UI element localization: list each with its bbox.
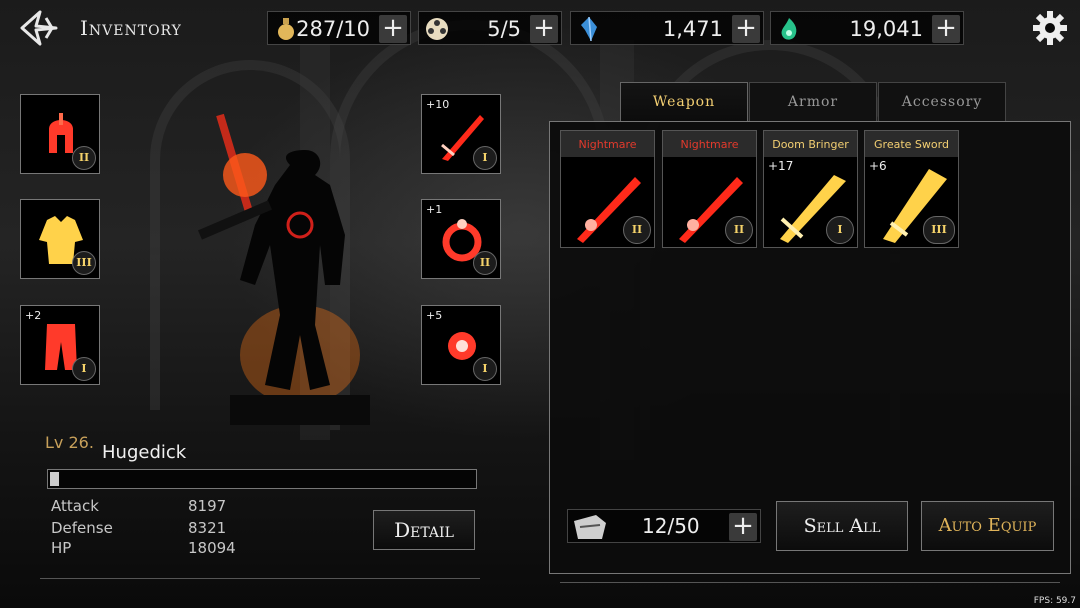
tier-badge: I bbox=[473, 357, 497, 381]
film-reel-icon bbox=[426, 18, 448, 40]
bag-count: 12/50 bbox=[642, 514, 700, 538]
item-name: Nightmare bbox=[663, 131, 756, 157]
soul-count: 19,041 bbox=[849, 17, 923, 41]
decorative-divider bbox=[560, 582, 1060, 593]
experience-bar bbox=[47, 469, 477, 489]
tab-armor[interactable]: Armor bbox=[749, 82, 877, 122]
item-card[interactable]: Greate Sword +6 III bbox=[864, 130, 959, 248]
detail-button[interactable]: Detail bbox=[373, 510, 475, 550]
experience-fill bbox=[50, 472, 59, 486]
crystal-resource: 1,471 + bbox=[570, 11, 764, 45]
gear-icon[interactable] bbox=[1032, 10, 1068, 46]
weapon-slot[interactable]: +10 I bbox=[421, 94, 501, 174]
soul-resource: 19,041 + bbox=[770, 11, 964, 45]
add-potion-button[interactable]: + bbox=[379, 15, 407, 43]
fps-counter: FPS: 59.7 bbox=[1033, 596, 1076, 606]
stat-label-hp: HP bbox=[51, 539, 72, 557]
item-name: Doom Bringer bbox=[764, 131, 857, 157]
character-name: Hugedick bbox=[102, 442, 187, 463]
sell-all-button[interactable]: Sell All bbox=[776, 501, 908, 551]
tier-badge: II bbox=[473, 251, 497, 275]
stat-value-hp: 18094 bbox=[188, 539, 236, 557]
hero-character-silhouette bbox=[198, 113, 370, 425]
crystal-count: 1,471 bbox=[662, 17, 723, 41]
tab-accessory[interactable]: Accessory bbox=[878, 82, 1006, 122]
bag-capacity: 12/50 + bbox=[567, 509, 761, 543]
item-name: Greate Sword bbox=[865, 131, 958, 157]
bag-icon bbox=[574, 515, 606, 539]
chest-slot[interactable]: III bbox=[20, 199, 100, 279]
item-card[interactable]: Nightmare II bbox=[560, 130, 655, 248]
ticket-resource: 5/5 + bbox=[418, 11, 562, 45]
character-level: Lv 26. bbox=[45, 433, 94, 452]
item-name: Nightmare bbox=[561, 131, 654, 157]
potion-count: 287/10 bbox=[296, 17, 370, 41]
stat-label-defense: Defense bbox=[51, 519, 113, 537]
add-soul-button[interactable]: + bbox=[932, 15, 960, 43]
potion-resource: 287/10 + bbox=[267, 11, 411, 45]
amulet-slot[interactable]: +5 I bbox=[421, 305, 501, 385]
item-card[interactable]: Doom Bringer +17 I bbox=[763, 130, 858, 248]
tier-badge: II bbox=[72, 146, 96, 170]
helmet-slot[interactable]: II bbox=[20, 94, 100, 174]
tier-badge: II bbox=[725, 216, 753, 244]
stat-value-attack: 8197 bbox=[188, 497, 227, 515]
page-title: Inventory bbox=[80, 16, 182, 40]
tab-weapon[interactable]: Weapon bbox=[620, 82, 748, 122]
ticket-count: 5/5 bbox=[487, 17, 521, 41]
tier-badge: III bbox=[72, 251, 96, 275]
tier-badge: I bbox=[473, 146, 497, 170]
auto-equip-button[interactable]: Auto Equip bbox=[921, 501, 1054, 551]
ring-slot[interactable]: +1 II bbox=[421, 199, 501, 279]
add-ticket-button[interactable]: + bbox=[530, 15, 558, 43]
potion-bottle-icon bbox=[278, 18, 294, 40]
blue-crystal-icon bbox=[581, 16, 597, 42]
tier-badge: I bbox=[72, 357, 96, 381]
stat-value-defense: 8321 bbox=[188, 519, 227, 537]
item-card[interactable]: Nightmare II bbox=[662, 130, 757, 248]
expand-bag-button[interactable]: + bbox=[729, 513, 757, 541]
stat-label-attack: Attack bbox=[51, 497, 99, 515]
enhance-level: +17 bbox=[768, 159, 794, 173]
tier-badge: I bbox=[826, 216, 854, 244]
tier-badge: II bbox=[623, 216, 651, 244]
add-crystal-button[interactable]: + bbox=[732, 15, 760, 43]
decorative-divider bbox=[40, 578, 480, 589]
back-arrow-icon[interactable] bbox=[16, 8, 62, 48]
green-soul-icon bbox=[781, 18, 797, 40]
pants-slot[interactable]: +2 I bbox=[20, 305, 100, 385]
enhance-level: +6 bbox=[869, 159, 887, 173]
tier-badge: III bbox=[923, 216, 955, 244]
